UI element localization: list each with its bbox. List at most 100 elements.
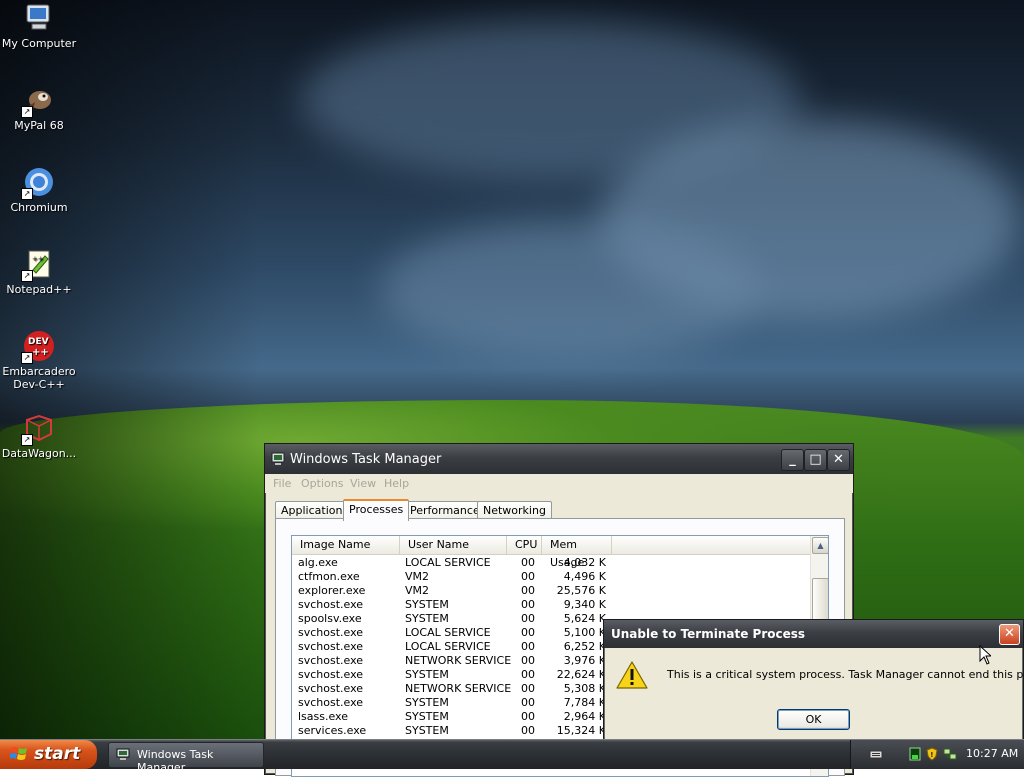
table-row[interactable]: ctfmon.exe VM2 00 4,496 K [292,570,810,584]
cell-mem-usage: 7,784 K [563,696,606,709]
cell-user-name: VM2 [405,584,430,597]
dialog-close-button[interactable]: ✕ [999,624,1020,645]
column-user-name[interactable]: User Name [400,536,507,554]
cell-mem-usage: 6,252 K [563,640,606,653]
cell-image-name: services.exe [298,724,367,737]
desktop-icon-chromium[interactable]: ↗ Chromium [0,166,79,214]
column-image-name[interactable]: Image Name [292,536,400,554]
table-row[interactable]: alg.exe LOCAL SERVICE 00 4,032 K [292,556,810,570]
cell-cpu: 00 [521,654,535,667]
error-dialog[interactable]: Unable to Terminate Process ✕ This is a … [603,619,1024,745]
taskbar-clock[interactable]: 10:27 AM [966,747,1018,760]
cell-user-name: LOCAL SERVICE [405,556,491,569]
network-icon[interactable] [943,747,957,761]
cell-cpu: 00 [521,724,535,737]
task-manager-tray-icon[interactable] [908,747,922,761]
keyboard-icon[interactable] [869,747,883,761]
cell-image-name: lsass.exe [298,710,348,723]
cell-cpu: 00 [521,626,535,639]
desktop-icon-label: Embarcadero Dev-C++ [0,365,79,391]
mouse-cursor-icon [979,644,993,665]
desktop-icon-my-computer[interactable]: My Computer [0,2,79,50]
desktop-icon-devcpp[interactable]: DEV ++ ↗ Embarcadero Dev-C++ [0,330,79,391]
dialog-title: Unable to Terminate Process [611,627,806,641]
minimize-button[interactable]: _ [781,449,804,471]
notepadpp-icon: ++ ↗ [21,248,55,282]
cell-user-name: VM2 [405,570,430,583]
task-manager-titlebar[interactable]: Windows Task Manager _ □ ✕ [265,444,853,474]
cell-user-name: NETWORK SERVICE [405,682,512,695]
shortcut-arrow-icon: ↗ [21,106,33,118]
cell-cpu: 00 [521,598,535,611]
cell-image-name: explorer.exe [298,584,366,597]
menu-file[interactable]: File [273,477,291,490]
tab-networking[interactable]: Networking [477,501,552,519]
cell-cpu: 00 [521,570,535,583]
column-cpu[interactable]: CPU [507,536,542,554]
cell-user-name: SYSTEM [405,598,449,611]
cell-user-name: SYSTEM [405,710,449,723]
cell-user-name: SYSTEM [405,724,449,737]
cell-image-name: ctfmon.exe [298,570,360,583]
close-button[interactable]: ✕ [827,449,850,471]
desktop-icon-notepadpp[interactable]: ++ ↗ Notepad++ [0,248,79,296]
cell-image-name: alg.exe [298,556,338,569]
task-manager-icon [271,452,285,466]
cell-cpu: 00 [521,682,535,695]
cell-cpu: 00 [521,612,535,625]
table-row[interactable]: explorer.exe VM2 00 25,576 K [292,584,810,598]
cell-mem-usage: 4,032 K [563,556,606,569]
cell-mem-usage: 25,576 K [556,584,606,597]
menu-help[interactable]: Help [384,477,409,490]
warning-icon [616,660,648,690]
start-button[interactable]: start [0,740,97,769]
cell-mem-usage: 22,624 K [556,668,606,681]
task-manager-icon [116,748,130,761]
column-mem-usage[interactable]: Mem Usage [542,536,612,569]
datawagon-icon: ↗ [21,412,55,446]
mypal-icon: ↗ [21,84,55,118]
cell-mem-usage: 2,964 K [563,710,606,723]
cell-mem-usage: 5,308 K [563,682,606,695]
desktop-icon-label: DataWagon... [1,447,77,460]
cell-mem-usage: 4,496 K [563,570,606,583]
cell-mem-usage: 3,976 K [563,654,606,667]
tab-performance[interactable]: Performance [404,501,486,519]
tab-processes[interactable]: Processes [343,499,410,521]
menu-view[interactable]: View [350,477,376,490]
maximize-button[interactable]: □ [804,449,827,471]
dialog-titlebar[interactable]: Unable to Terminate Process ✕ [604,620,1023,648]
devcpp-icon: DEV ++ ↗ [21,330,55,364]
scroll-up-button[interactable]: ▲ [812,537,828,554]
cell-cpu: 00 [521,640,535,653]
svg-text:++: ++ [32,347,49,358]
cell-cpu: 00 [521,556,535,569]
desktop-icon-label: My Computer [1,37,77,50]
cell-image-name: svchost.exe [298,598,364,611]
desktop-icon-label: Notepad++ [6,283,72,296]
menu-bar: File Options View Help [265,474,853,493]
desktop-icon-mypal[interactable]: ↗ MyPal 68 [0,84,79,132]
desktop-icon-label: Chromium [10,201,68,214]
cloud-shape [380,220,760,360]
table-row[interactable]: svchost.exe SYSTEM 00 9,340 K [292,598,810,612]
taskbar-button-task-manager[interactable]: Windows Task Manager [108,742,264,774]
ok-button[interactable]: OK [777,709,850,730]
taskbar-button-label: Windows Task Manager [137,748,214,774]
cell-image-name: svchost.exe [298,668,364,681]
cell-image-name: spoolsv.exe [298,612,362,625]
security-shield-icon[interactable]: ! [925,747,939,761]
desktop-icon-datawagon[interactable]: ↗ DataWagon... [0,412,79,460]
taskbar: start Windows Task Manager ! 10:27 AM [0,739,1024,774]
cell-image-name: svchost.exe [298,626,364,639]
cell-image-name: svchost.exe [298,640,364,653]
cell-user-name: LOCAL SERVICE [405,626,491,639]
cell-image-name: svchost.exe [298,696,364,709]
menu-options[interactable]: Options [301,477,343,490]
cell-user-name: SYSTEM [405,612,449,625]
cell-image-name: svchost.exe [298,654,364,667]
process-list-header: Image Name User Name CPU Mem Usage [292,536,810,569]
cell-mem-usage: 5,624 K [563,612,606,625]
svg-text:!: ! [930,751,933,759]
cell-cpu: 00 [521,710,535,723]
